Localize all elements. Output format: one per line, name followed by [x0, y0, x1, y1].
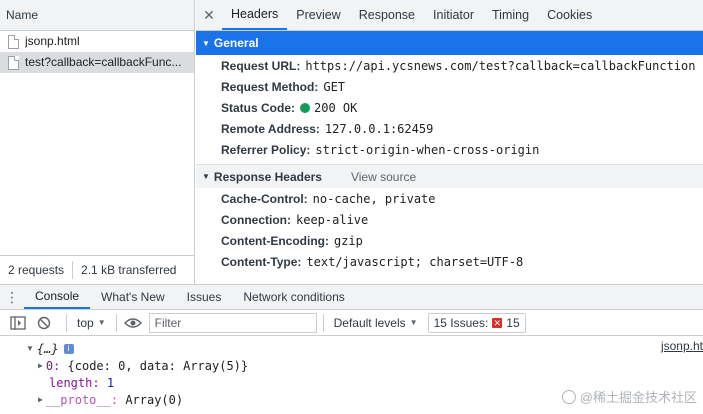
- header-key: Request URL:: [221, 58, 301, 73]
- triangle-down-icon[interactable]: ▼: [26, 344, 34, 353]
- tab-response[interactable]: Response: [350, 0, 424, 30]
- property-value: 1: [106, 375, 115, 390]
- tab-headers[interactable]: Headers: [222, 0, 288, 30]
- divider: [115, 313, 117, 332]
- header-key: Referrer Policy:: [221, 142, 311, 157]
- header-value: keep-alive: [296, 212, 369, 227]
- context-selector[interactable]: top ▼: [73, 316, 110, 330]
- more-options-icon[interactable]: ⋮: [0, 285, 24, 309]
- filter-input[interactable]: [148, 312, 317, 333]
- tab-preview[interactable]: Preview: [287, 0, 349, 30]
- request-name: jsonp.html: [25, 34, 80, 48]
- object-preview: {…}: [36, 341, 59, 356]
- header-row-remote-address: Remote Address: 127.0.0.1:62459: [196, 118, 703, 139]
- name-column-header[interactable]: Name: [0, 0, 194, 31]
- issues-count: 15: [506, 315, 520, 330]
- header-key: Status Code:: [221, 100, 296, 115]
- issues-button[interactable]: 15 Issues: ✕ 15: [427, 312, 526, 333]
- tab-whats-new[interactable]: What's New: [90, 285, 176, 309]
- property-value: Array(0): [125, 392, 184, 407]
- request-list-panel: Name jsonp.html test?callback=callbackFu…: [0, 0, 195, 284]
- source-link[interactable]: jsonp.ht: [661, 339, 703, 353]
- header-row-cache-control: Cache-Control: no-cache, private: [196, 188, 703, 209]
- header-key: Content-Encoding:: [221, 233, 329, 248]
- header-row-content-type: Content-Type: text/javascript; charset=U…: [196, 251, 703, 272]
- request-count: 2 requests: [8, 263, 65, 277]
- document-icon: [8, 34, 19, 49]
- caret-down-icon: ▼: [97, 318, 106, 327]
- tab-timing[interactable]: Timing: [483, 0, 538, 30]
- header-value: text/javascript; charset=UTF-8: [306, 254, 524, 269]
- transferred-size: 2.1 kB transferred: [81, 263, 177, 277]
- network-summary-bar: 2 requests 2.1 kB transferred: [0, 255, 195, 284]
- status-ok-icon: [300, 102, 311, 113]
- tab-initiator[interactable]: Initiator: [424, 0, 483, 30]
- header-row-request-method: Request Method: GET: [196, 76, 703, 97]
- header-value: strict-origin-when-cross-origin: [315, 142, 540, 157]
- property-value: {code: 0, data: Array(5)}: [67, 358, 249, 373]
- header-value: 127.0.0.1:62459: [324, 121, 434, 136]
- request-row-jsonp-html[interactable]: jsonp.html: [0, 31, 194, 52]
- clear-console-icon[interactable]: [34, 313, 54, 333]
- header-row-connection: Connection: keep-alive: [196, 209, 703, 230]
- property-key: 0:: [45, 358, 61, 373]
- header-row-status-code: Status Code: 200 OK: [196, 97, 703, 118]
- detail-tabbar: ✕ Headers Preview Response Initiator Tim…: [196, 0, 703, 31]
- header-key: Content-Type:: [221, 254, 302, 269]
- property-key: __proto__:: [45, 392, 119, 407]
- triangle-down-icon: ▼: [202, 38, 210, 48]
- section-title: Response Headers: [213, 169, 322, 184]
- issues-label: 15 Issues:: [433, 315, 489, 330]
- tab-network-conditions[interactable]: Network conditions: [232, 285, 355, 309]
- sidebar-toggle-icon[interactable]: [8, 313, 28, 333]
- triangle-right-icon[interactable]: ▶: [38, 361, 43, 370]
- console-log-entry[interactable]: ▼ {…} i: [0, 340, 703, 357]
- header-key: Connection:: [221, 212, 291, 227]
- eye-icon[interactable]: [123, 313, 143, 333]
- tab-cookies[interactable]: Cookies: [538, 0, 601, 30]
- console-toolbar: top ▼ Default levels ▼ 15 Issues: ✕ 15: [0, 310, 703, 336]
- header-key: Remote Address:: [221, 121, 320, 136]
- header-row-referrer-policy: Referrer Policy: strict-origin-when-cros…: [196, 139, 703, 160]
- header-value: https://api.ycsnews.com/test?callback=ca…: [305, 58, 696, 73]
- triangle-down-icon: ▼: [202, 172, 210, 181]
- header-value: gzip: [333, 233, 363, 248]
- tab-console[interactable]: Console: [24, 285, 91, 309]
- view-source-link[interactable]: View source: [351, 170, 416, 184]
- header-row-content-encoding: Content-Encoding: gzip: [196, 230, 703, 251]
- close-icon[interactable]: ✕: [196, 0, 222, 30]
- header-value: no-cache, private: [312, 191, 436, 206]
- document-icon: [8, 55, 19, 70]
- context-value: top: [77, 315, 94, 330]
- header-key: Cache-Control:: [221, 191, 308, 206]
- console-property-row[interactable]: ▶ 0: {code: 0, data: Array(5)}: [0, 357, 703, 374]
- divider: [66, 313, 67, 332]
- request-detail-panel: ✕ Headers Preview Response Initiator Tim…: [196, 0, 703, 284]
- triangle-right-icon[interactable]: ▶: [38, 395, 43, 404]
- log-levels-selector[interactable]: Default levels ▼: [330, 316, 422, 330]
- divider: [322, 313, 324, 332]
- request-name: test?callback=callbackFunc...: [25, 55, 182, 69]
- juejin-logo-icon: [561, 389, 576, 404]
- header-key: Request Method:: [221, 79, 319, 94]
- log-levels-value: Default levels: [333, 315, 406, 330]
- watermark-text: @稀土掘金技术社区: [579, 390, 697, 405]
- watermark: @稀土掘金技术社区: [561, 387, 697, 406]
- tab-issues[interactable]: Issues: [176, 285, 233, 309]
- error-icon: ✕: [492, 317, 503, 328]
- header-value: 200 OK: [314, 100, 358, 115]
- console-output: jsonp.ht ▼ {…} i ▶ 0: {code: 0, data: Ar…: [0, 336, 703, 414]
- response-headers-section-header[interactable]: ▼ Response Headers View source: [196, 164, 703, 188]
- header-value: GET: [323, 79, 346, 94]
- property-key: length:: [49, 375, 100, 390]
- section-title: General: [213, 36, 259, 50]
- request-row-test-callback[interactable]: test?callback=callbackFunc...: [0, 52, 194, 73]
- caret-down-icon: ▼: [409, 318, 418, 327]
- drawer-tabbar: ⋮ Console What's New Issues Network cond…: [0, 284, 703, 310]
- general-section-header[interactable]: ▼ General: [196, 31, 703, 55]
- header-row-request-url: Request URL: https://api.ycsnews.com/tes…: [196, 55, 703, 76]
- info-icon: i: [63, 343, 74, 354]
